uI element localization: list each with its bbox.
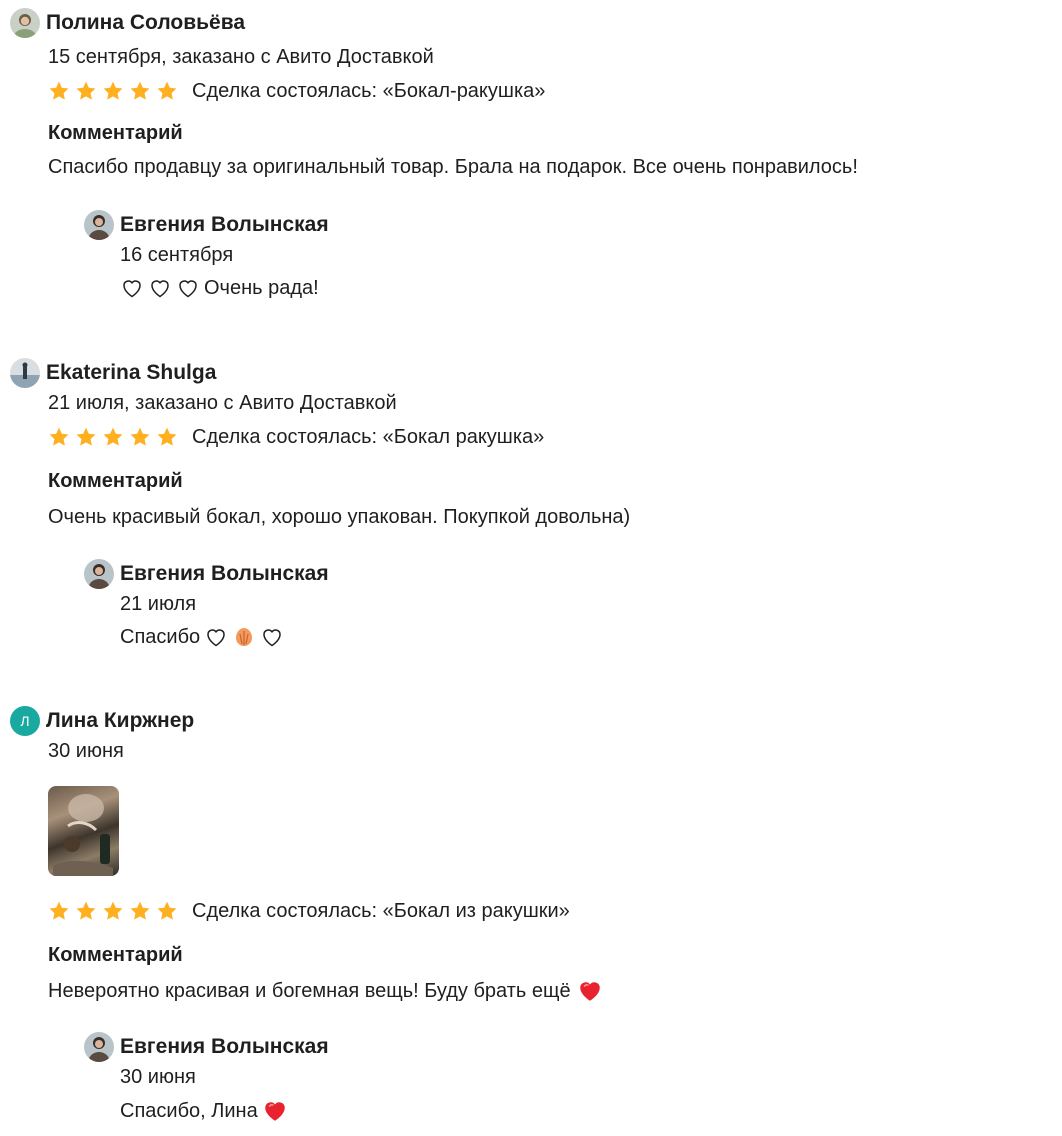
comment-heading: Комментарий bbox=[48, 470, 183, 492]
star-icon bbox=[48, 426, 70, 448]
star-icon bbox=[156, 80, 178, 102]
review-author-name[interactable]: Ekaterina Shulga bbox=[46, 361, 216, 385]
seller-reply: Евгения Волынская 21 июля Спасибо bbox=[84, 559, 329, 648]
reply-author-name[interactable]: Евгения Волынская bbox=[120, 1035, 329, 1059]
review-author-row: Ekaterina Shulga bbox=[10, 356, 216, 390]
star-icon bbox=[48, 900, 70, 922]
rating-row: Сделка состоялась: «Бокал-ракушка» bbox=[48, 76, 545, 106]
star-rating bbox=[48, 426, 178, 448]
review-date: 15 сентября, заказано с Авито Доставкой bbox=[48, 46, 434, 68]
avatar[interactable] bbox=[10, 8, 40, 38]
heart-outline-icon bbox=[148, 276, 172, 300]
avatar[interactable] bbox=[84, 210, 114, 240]
star-icon bbox=[75, 80, 97, 102]
review-author-row: Полина Соловьёва bbox=[10, 6, 245, 40]
avatar[interactable] bbox=[10, 358, 40, 388]
reply-text: Спасибо bbox=[120, 625, 201, 648]
heart-outline-icon bbox=[120, 276, 144, 300]
comment-text: Спасибо продавцу за оригинальный товар. … bbox=[48, 156, 858, 178]
star-rating bbox=[48, 80, 178, 102]
reply-date: 30 июня bbox=[120, 1066, 196, 1088]
reply-text-row: Спасибо, Лина bbox=[120, 1098, 288, 1124]
rating-row: Сделка состоялась: «Бокал ракушка» bbox=[48, 422, 544, 452]
heart-outline-icon bbox=[176, 276, 200, 300]
avatar[interactable]: Л bbox=[10, 706, 40, 736]
review-author-name[interactable]: Полина Соловьёва bbox=[46, 11, 245, 35]
review-photo[interactable] bbox=[48, 786, 119, 876]
star-icon bbox=[129, 900, 151, 922]
review-author-row: Л Лина Киржнер bbox=[10, 704, 194, 738]
star-icon bbox=[156, 900, 178, 922]
reply-date: 16 сентября bbox=[120, 244, 234, 266]
comment-heading: Комментарий bbox=[48, 944, 183, 966]
avatar[interactable] bbox=[84, 559, 114, 589]
heart-red-icon bbox=[577, 978, 603, 1004]
reply-text: Очень рада! bbox=[204, 276, 319, 299]
heart-outline-icon bbox=[260, 625, 284, 649]
deal-status: Сделка состоялась: «Бокал из ракушки» bbox=[192, 899, 570, 922]
star-icon bbox=[102, 426, 124, 448]
review-date: 21 июля, заказано с Авито Доставкой bbox=[48, 392, 397, 414]
star-icon bbox=[129, 80, 151, 102]
reply-text-row: Спасибо bbox=[120, 625, 284, 649]
review-date: 30 июня bbox=[48, 740, 124, 762]
comment-text: Очень красивый бокал, хорошо упакован. П… bbox=[48, 506, 631, 528]
star-icon bbox=[102, 80, 124, 102]
review-author-name[interactable]: Лина Киржнер bbox=[46, 709, 194, 733]
deal-status: Сделка состоялась: «Бокал ракушка» bbox=[192, 425, 545, 448]
shell-icon bbox=[236, 628, 253, 646]
comment-heading: Комментарий bbox=[48, 122, 183, 144]
reply-author-name[interactable]: Евгения Волынская bbox=[120, 213, 329, 237]
reply-text: Спасибо, Лина bbox=[120, 1099, 258, 1122]
rating-row: Сделка состоялась: «Бокал из ракушки» bbox=[48, 896, 570, 926]
reply-text-row: Очень рада! bbox=[120, 276, 319, 300]
star-icon bbox=[48, 80, 70, 102]
star-icon bbox=[102, 900, 124, 922]
heart-outline-icon bbox=[204, 625, 228, 649]
comment-text: Невероятно красивая и богемная вещь! Буд… bbox=[48, 979, 571, 1002]
heart-red-icon bbox=[262, 1098, 288, 1124]
avatar[interactable] bbox=[84, 1032, 114, 1062]
deal-status: Сделка состоялась: «Бокал-ракушка» bbox=[192, 79, 546, 102]
seller-reply: Евгения Волынская 30 июня Спасибо, Лина bbox=[84, 1032, 329, 1122]
reply-date: 21 июля bbox=[120, 593, 197, 615]
star-icon bbox=[129, 426, 151, 448]
star-rating bbox=[48, 900, 178, 922]
star-icon bbox=[75, 900, 97, 922]
star-icon bbox=[75, 426, 97, 448]
star-icon bbox=[156, 426, 178, 448]
comment-text-row: Невероятно красивая и богемная вещь! Буд… bbox=[48, 978, 603, 1004]
reply-author-name[interactable]: Евгения Волынская bbox=[120, 562, 329, 586]
seller-reply: Евгения Волынская 16 сентября Очень рада… bbox=[84, 210, 329, 299]
